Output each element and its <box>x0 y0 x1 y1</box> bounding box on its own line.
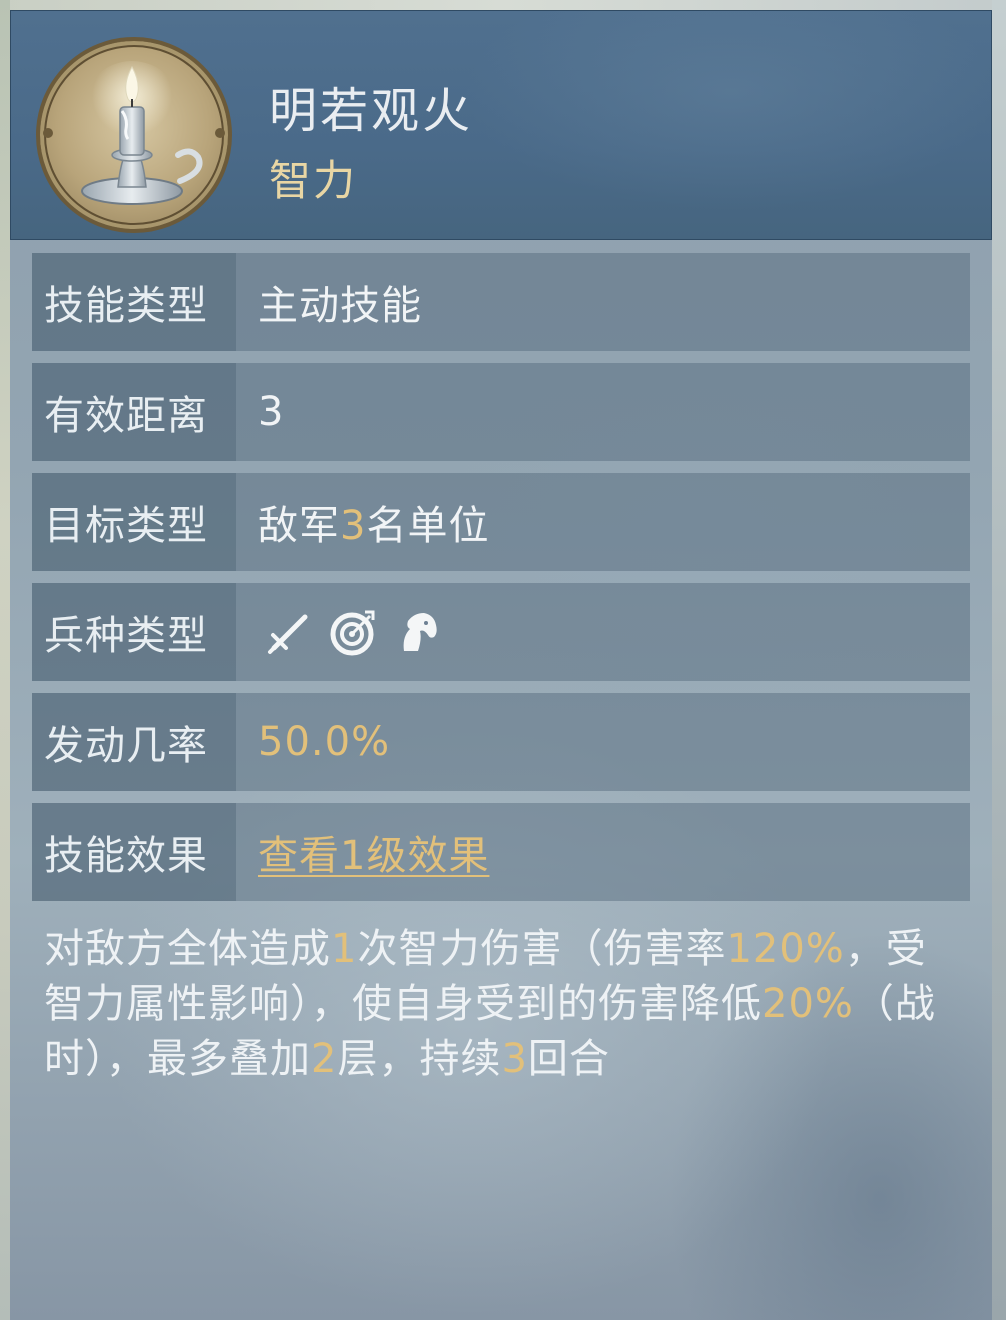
range-value: 3 <box>258 389 285 435</box>
trigger-chance-value: 50.0% <box>258 719 391 765</box>
row-label: 技能类型 <box>44 283 208 329</box>
sword-icon <box>268 614 308 654</box>
row-trigger-chance: 发动几率 50.0% <box>32 693 970 791</box>
skill-detail-panel: 明若观火 智力 技能类型 主动技能 有效距离 3 目标类型 敌军3名单位 兵种类… <box>10 10 992 1320</box>
candle-icon <box>43 61 225 205</box>
row-label: 兵种类型 <box>44 613 208 659</box>
row-label: 技能效果 <box>44 833 208 879</box>
row-skill-type: 技能类型 主动技能 <box>32 253 970 351</box>
row-label: 目标类型 <box>44 503 208 549</box>
target-value: 敌军3名单位 <box>258 503 490 549</box>
bow-target-icon <box>330 610 375 656</box>
view-level-effect-link[interactable]: 查看1级效果 <box>258 823 489 881</box>
skill-name: 明若观火 <box>269 83 474 139</box>
skill-type-value: 主动技能 <box>258 283 422 329</box>
skill-category: 智力 <box>269 156 358 205</box>
row-label: 发动几率 <box>44 723 208 769</box>
row-skill-effect: 技能效果 查看1级效果 <box>32 803 970 901</box>
row-troop-type: 兵种类型 <box>32 583 970 681</box>
background-edge-top <box>0 0 1006 10</box>
skill-description: 对敌方全体造成1次智力伤害（伤害率120%，受智力属性影响），使自身受到的伤害降… <box>44 926 936 1082</box>
horse-icon <box>403 613 437 651</box>
row-label: 有效距离 <box>44 393 208 439</box>
background-edge-right <box>992 0 1006 1320</box>
skill-icon-frame <box>36 37 232 233</box>
skill-header: 明若观火 智力 <box>10 10 992 240</box>
target-count: 3 <box>340 503 367 549</box>
background-edge-left <box>0 0 10 1320</box>
row-target-type: 目标类型 敌军3名单位 <box>32 473 970 571</box>
troop-icons <box>264 607 456 657</box>
row-effective-range: 有效距离 3 <box>32 363 970 461</box>
